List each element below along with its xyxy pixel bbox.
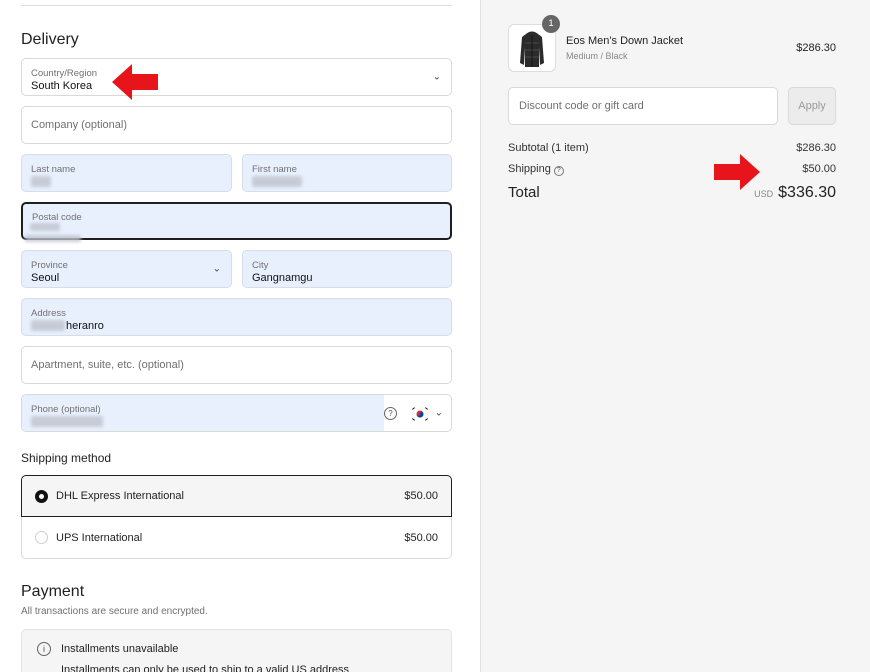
address-field[interactable]: Address heranro — [21, 298, 452, 336]
subtotal-label: Subtotal (1 item) — [508, 142, 589, 154]
redacted-value — [252, 176, 302, 187]
help-icon[interactable]: ? — [384, 407, 397, 420]
total-amount: USD $336.30 — [754, 184, 836, 202]
city-label: City — [252, 260, 269, 271]
subtotal-row: Subtotal (1 item) $286.30 — [508, 142, 836, 154]
shipping-option-price: $50.00 — [404, 531, 438, 544]
company-field[interactable]: Company (optional) — [21, 106, 452, 144]
province-select[interactable]: Province Seoul ⌄ — [21, 250, 232, 288]
last-name-field[interactable]: Last name — [21, 154, 232, 192]
product-variant: Medium / Black — [566, 51, 628, 61]
apartment-placeholder: Apartment, suite, etc. (optional) — [31, 359, 184, 371]
help-icon[interactable]: ? — [553, 166, 564, 176]
total-value: $336.30 — [778, 184, 836, 201]
shipping-method-heading: Shipping method — [21, 451, 112, 465]
shipping-option-dhl[interactable]: DHL Express International $50.00 — [21, 475, 452, 517]
address-value: heranro — [66, 320, 104, 332]
notice-title: Installments unavailable — [61, 643, 179, 655]
chevron-down-icon: ⌄ — [212, 263, 221, 275]
quantity-badge: 1 — [542, 15, 560, 33]
radio-unselected-icon[interactable] — [35, 531, 48, 544]
redacted-value — [30, 223, 60, 231]
shipping-value: $50.00 — [802, 163, 836, 175]
province-label: Province — [31, 260, 68, 271]
shipping-label: Shipping — [508, 163, 551, 175]
currency-code: USD — [754, 189, 774, 199]
shipping-option-price: $50.00 — [404, 490, 438, 502]
province-value: Seoul — [31, 272, 60, 284]
payment-subtitle: All transactions are secure and encrypte… — [21, 606, 208, 617]
checkout-form: Delivery Country/Region South Korea ⌄ Co… — [0, 0, 480, 672]
country-label: Country/Region — [31, 68, 98, 79]
payment-heading: Payment — [21, 583, 85, 600]
info-icon: i — [37, 642, 51, 656]
installments-notice: i Installments unavailable Installments … — [21, 629, 452, 672]
annotation-arrow-left-icon — [112, 64, 158, 100]
total-label: Total — [508, 184, 540, 201]
address-label: Address — [31, 308, 66, 319]
apply-button[interactable]: Apply — [788, 87, 836, 125]
first-name-label: First name — [252, 164, 297, 175]
postal-code-field[interactable]: Postal code — [21, 202, 452, 242]
shipping-option-label: UPS International — [56, 531, 143, 544]
total-row: Total USD $336.30 — [508, 184, 836, 201]
apartment-field[interactable]: Apartment, suite, etc. (optional) — [21, 346, 452, 384]
product-price: $286.30 — [796, 42, 836, 54]
radio-selected-icon[interactable] — [35, 489, 48, 503]
phone-label: Phone (optional) — [31, 404, 101, 415]
chevron-down-icon[interactable]: ⌄ — [435, 408, 443, 419]
product-name: Eos Men's Down Jacket — [566, 35, 684, 47]
company-placeholder: Company (optional) — [31, 119, 127, 131]
redacted-value — [31, 416, 103, 427]
city-field[interactable]: City Gangnamgu — [242, 250, 452, 288]
phone-field[interactable]: Phone (optional) ? ⌄ — [21, 394, 452, 432]
divider — [21, 5, 452, 6]
city-value: Gangnamgu — [252, 272, 313, 284]
redacted-value — [31, 320, 65, 331]
subtotal-value: $286.30 — [796, 142, 836, 154]
delivery-heading: Delivery — [21, 31, 79, 48]
shipping-option-ups[interactable]: UPS International $50.00 — [21, 517, 452, 559]
country-value: South Korea — [31, 80, 93, 92]
first-name-field[interactable]: First name — [242, 154, 452, 192]
notice-text: Installments can only be used to ship to… — [61, 664, 349, 672]
korea-flag-icon[interactable] — [411, 406, 429, 422]
last-name-label: Last name — [31, 164, 76, 175]
redacted-value — [25, 235, 81, 242]
discount-placeholder: Discount code or gift card — [519, 100, 644, 112]
shipping-option-label: DHL Express International — [56, 490, 184, 502]
shipping-row: Shipping? $50.00 — [508, 163, 836, 176]
postal-code-label: Postal code — [32, 212, 82, 223]
discount-input[interactable]: Discount code or gift card — [508, 87, 778, 125]
country-select[interactable]: Country/Region South Korea ⌄ — [21, 58, 452, 96]
redacted-value — [31, 176, 51, 187]
chevron-down-icon: ⌄ — [432, 71, 441, 83]
